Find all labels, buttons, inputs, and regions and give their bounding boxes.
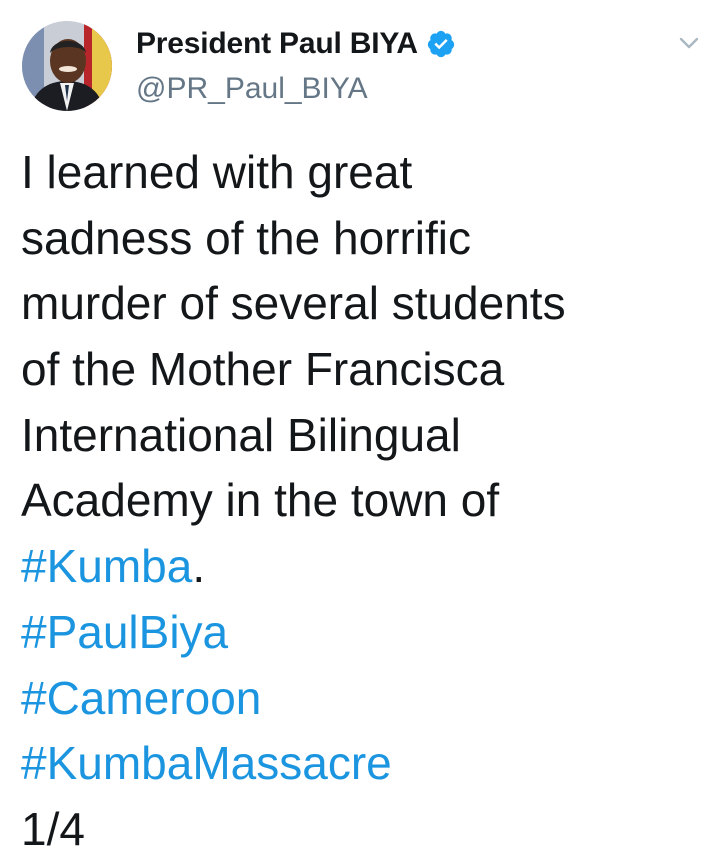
author-handle[interactable]: @PR_Paul_BIYA bbox=[136, 72, 368, 106]
tweet-text-line: #Kumba. bbox=[21, 534, 701, 600]
author-display-name[interactable]: President Paul BIYA bbox=[136, 27, 418, 61]
hashtag-link[interactable]: #Kumba bbox=[21, 540, 192, 592]
tweet-text-line: Academy in the town of bbox=[21, 474, 500, 527]
tweet-card: President Paul BIYA @PR_Paul_BIYA I lear… bbox=[0, 0, 720, 867]
hashtag-link[interactable]: #KumbaMassacre bbox=[21, 737, 392, 789]
tweet-text-line: International Bilingual bbox=[21, 408, 461, 461]
punctuation: . bbox=[192, 540, 206, 593]
author-name-row: President Paul BIYA bbox=[136, 24, 456, 64]
tweet-text-line: #Cameroon bbox=[21, 666, 701, 732]
tweet-text-line: sadness of the horrific bbox=[21, 211, 472, 264]
hashtag-link[interactable]: #Cameroon bbox=[21, 672, 261, 724]
tweet-text: I learned with great sadness of the horr… bbox=[21, 140, 701, 863]
thread-index: 1/4 bbox=[21, 802, 85, 855]
tweet-text-line: murder of several students bbox=[21, 277, 566, 330]
profile-photo bbox=[22, 21, 112, 111]
tweet-text-line: I learned with great bbox=[21, 146, 413, 198]
verified-badge-icon bbox=[427, 30, 454, 58]
tweet-text-line: #PaulBiya bbox=[21, 600, 701, 666]
chevron-down-icon[interactable] bbox=[676, 30, 702, 56]
tweet-text-line: of the Mother Francisca bbox=[21, 343, 505, 396]
author-avatar[interactable] bbox=[22, 21, 112, 111]
tweet-text-line: #KumbaMassacre bbox=[21, 731, 701, 797]
hashtag-link[interactable]: #PaulBiya bbox=[21, 606, 228, 658]
